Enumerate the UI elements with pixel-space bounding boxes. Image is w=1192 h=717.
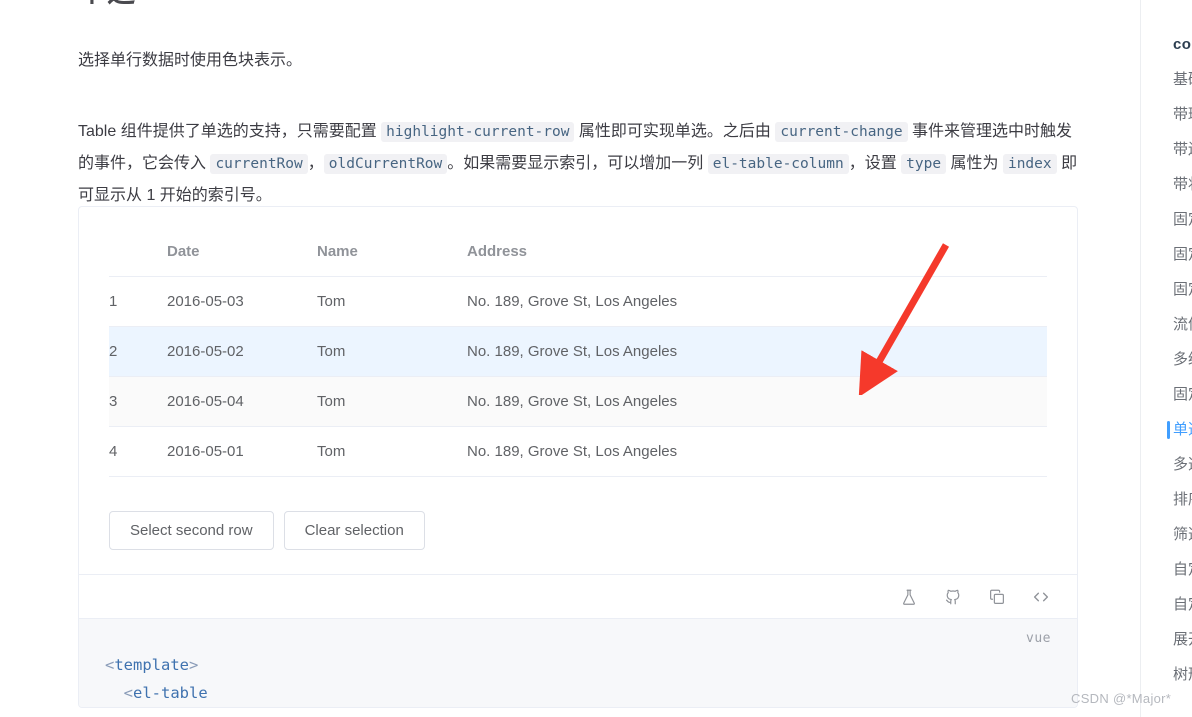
toc-sidebar: co 基础 带斑 带边 带状 固定 固定 固定 流体 多级 固定 单选 多选 排…	[1140, 0, 1192, 717]
column-header-name[interactable]: Name	[317, 231, 467, 277]
toc-item-6[interactable]: 固定	[1141, 272, 1192, 307]
column-header-date[interactable]: Date	[167, 231, 317, 277]
cell-date: 2016-05-02	[167, 326, 317, 377]
toc-item-2[interactable]: 带边	[1141, 132, 1192, 167]
intro-text: 选择单行数据时使用色块表示。	[78, 52, 303, 69]
toc-item-4[interactable]: 固定	[1141, 202, 1192, 237]
single-select-table[interactable]: Date Name Address 1 2016-05-03 Tom No. 1…	[109, 231, 1047, 477]
code-currentrow: currentRow	[210, 154, 308, 174]
toc-item-7[interactable]: 流体	[1141, 307, 1192, 342]
page-title: 单选	[78, 0, 136, 12]
code-snippet[interactable]: <template> <el-table	[79, 635, 1077, 707]
cell-date: 2016-05-03	[167, 276, 317, 327]
code-current-change: current-change	[775, 122, 908, 142]
code-icon[interactable]	[1031, 587, 1051, 607]
cell-index: 4	[109, 426, 167, 477]
table-row[interactable]: 4 2016-05-01 Tom No. 189, Grove St, Los …	[109, 426, 1047, 477]
code-highlight-current-row: highlight-current-row	[381, 122, 575, 142]
cell-date: 2016-05-01	[167, 426, 317, 477]
main-content-column: 单选 选择单行数据时使用色块表示。 Table 组件提供了单选的支持，只需要配置…	[0, 0, 1140, 717]
toc-item-9[interactable]: 固定	[1141, 377, 1192, 412]
toc-item-13[interactable]: 筛选	[1141, 517, 1192, 552]
code-token-open-2: <	[123, 684, 134, 702]
toc-item-0[interactable]: 基础	[1141, 62, 1192, 97]
code-token-tag-eltable: el-table	[133, 684, 208, 702]
code-token-open-1: <	[105, 656, 115, 674]
table-head: Date Name Address	[109, 231, 1047, 277]
desc-segment-6: ，设置	[848, 155, 902, 172]
cell-index: 2	[109, 326, 167, 377]
select-second-row-button[interactable]: Select second row	[109, 511, 274, 550]
cell-address: No. 189, Grove St, Los Angeles	[467, 376, 1047, 427]
cell-name: Tom	[317, 376, 467, 427]
code-token-close-1: >	[189, 656, 199, 674]
table-row[interactable]: 1 2016-05-03 Tom No. 189, Grove St, Los …	[109, 276, 1047, 327]
desc-segment-1: Table 组件提供了单选的支持，只需要配置	[78, 123, 382, 140]
code-index: index	[1002, 154, 1057, 174]
desc-segment-7: 属性为	[946, 155, 1003, 172]
toc-item-11[interactable]: 多选	[1141, 447, 1192, 482]
copy-icon[interactable]	[987, 587, 1007, 607]
table-row[interactable]: 3 2016-05-04 Tom No. 189, Grove St, Los …	[109, 376, 1047, 427]
toc-item-5[interactable]: 固定	[1141, 237, 1192, 272]
cell-name: Tom	[317, 326, 467, 377]
code-block: vue <template> <el-table	[79, 618, 1077, 707]
toc-item-12[interactable]: 排序	[1141, 482, 1192, 517]
code-oldcurrentrow: oldCurrentRow	[323, 154, 448, 174]
desc-segment-4: ，	[307, 155, 324, 172]
table-body: 1 2016-05-03 Tom No. 189, Grove St, Los …	[109, 276, 1047, 477]
cell-index: 1	[109, 276, 167, 327]
toc-item-8[interactable]: 多级	[1141, 342, 1192, 377]
flask-icon[interactable]	[899, 587, 919, 607]
table-row-selected[interactable]: 2 2016-05-02 Tom No. 189, Grove St, Los …	[109, 326, 1047, 377]
cell-name: Tom	[317, 426, 467, 477]
toc-list: 基础 带斑 带边 带状 固定 固定 固定 流体 多级 固定 单选 多选 排序 筛…	[1141, 62, 1192, 692]
column-header-address[interactable]: Address	[467, 231, 1047, 277]
demo-button-group: Select second row Clear selection	[109, 511, 1047, 550]
toc-item-active-single-select[interactable]: 单选	[1141, 412, 1192, 447]
cell-date: 2016-05-04	[167, 376, 317, 427]
column-header-index[interactable]	[109, 231, 167, 277]
code-token-tag-template: template	[114, 656, 189, 674]
table-header-row: Date Name Address	[109, 231, 1047, 277]
code-language-label: vue	[1026, 631, 1051, 646]
cell-index: 3	[109, 376, 167, 427]
demo-card: Date Name Address 1 2016-05-03 Tom No. 1…	[78, 206, 1078, 708]
clear-selection-button[interactable]: Clear selection	[283, 511, 425, 550]
toc-item-14[interactable]: 自定	[1141, 552, 1192, 587]
desc-segment-5: 。如果需要显示索引，可以增加一列	[447, 155, 708, 172]
desc-segment-2: 属性即可实现单选。之后由	[574, 123, 776, 140]
code-type: type	[901, 154, 947, 174]
toc-item-1[interactable]: 带斑	[1141, 97, 1192, 132]
csdn-watermark: CSDN @*Major*	[1071, 691, 1172, 706]
github-icon[interactable]	[943, 587, 963, 607]
cell-address: No. 189, Grove St, Los Angeles	[467, 276, 1047, 327]
code-el-table-column: el-table-column	[707, 154, 849, 174]
cell-address: No. 189, Grove St, Los Angeles	[467, 426, 1047, 477]
demo-action-bar	[79, 574, 1077, 618]
toc-item-16[interactable]: 展开	[1141, 622, 1192, 657]
toc-heading: co	[1173, 36, 1192, 53]
cell-address: No. 189, Grove St, Los Angeles	[467, 326, 1047, 377]
toc-item-17[interactable]: 树形	[1141, 657, 1192, 692]
toc-item-15[interactable]: 自定	[1141, 587, 1192, 622]
description-paragraph: Table 组件提供了单选的支持，只需要配置 highlight-current…	[78, 116, 1080, 212]
demo-preview-area: Date Name Address 1 2016-05-03 Tom No. 1…	[79, 207, 1077, 574]
cell-name: Tom	[317, 276, 467, 327]
toc-item-3[interactable]: 带状	[1141, 167, 1192, 202]
